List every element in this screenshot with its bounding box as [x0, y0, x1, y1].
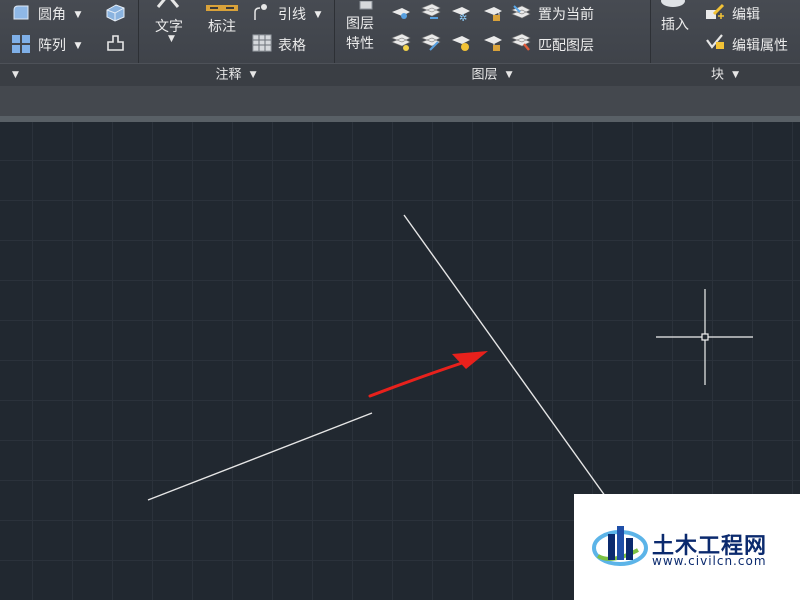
insert-label: 插入: [661, 17, 689, 33]
match-layer-label: 匹配图层: [538, 38, 594, 54]
text-button[interactable]: 文字: [155, 16, 183, 36]
table-icon: [252, 34, 272, 52]
layer-freeze-icon[interactable]: ✲: [450, 3, 472, 24]
layer-unisolate-icon[interactable]: [420, 32, 442, 52]
table-button[interactable]: 表格: [278, 35, 306, 55]
modify-panel-footer[interactable]: ▼: [0, 63, 138, 86]
ribbon: 圆角 ▼ 阵列 ▼ ▼ 文字 ▼ 标注 引线 ▼ 表格 注释 ▼ 图层 特性 ✲…: [0, 0, 800, 87]
fillet-button[interactable]: 圆角 ▼: [38, 4, 81, 24]
text-label: 文字: [155, 19, 183, 35]
set-current-button[interactable]: 置为当前: [538, 4, 594, 24]
layers-panel: 图层 特性 ✲ 置为当前 匹配图层 图层 ▼: [334, 0, 651, 86]
fillet-label: 圆角: [38, 7, 66, 23]
layer-properties-label-line2: 特性: [346, 36, 374, 52]
file-tab-bar: [0, 86, 800, 117]
array-button[interactable]: 阵列 ▼: [38, 35, 81, 55]
leader-button[interactable]: 引线 ▼: [278, 4, 321, 24]
layer-thaw-icon[interactable]: [450, 32, 472, 52]
layer-properties-label-line1: 图层: [346, 16, 374, 32]
crosshair-cursor: [656, 289, 753, 385]
block-panel-footer[interactable]: 块 ▼: [650, 63, 800, 86]
modify-panel: 圆角 ▼ 阵列 ▼ ▼: [0, 0, 139, 86]
solid-edit-icon[interactable]: [104, 2, 126, 22]
layer-properties-button[interactable]: 图层 特性: [346, 14, 374, 54]
leader-icon: [252, 2, 272, 22]
set-current-icon: [510, 2, 532, 22]
dimension-icon-top: [206, 0, 238, 11]
watermark-url: www.civilcn.com: [652, 554, 767, 568]
layers-panel-footer[interactable]: 图层 ▼: [334, 63, 650, 86]
chevron-down-icon[interactable]: ▼: [506, 64, 513, 86]
layer-off-icon[interactable]: [390, 4, 412, 22]
fillet-icon: [12, 4, 30, 20]
array-label: 阵列: [38, 38, 66, 54]
chevron-down-icon[interactable]: ▼: [74, 10, 81, 20]
watermark-logo: 土木工程网 www.civilcn.com: [574, 494, 800, 600]
block-panel: 插入 编辑 编辑属性 块 ▼: [650, 0, 800, 86]
offset-icon[interactable]: [104, 32, 126, 54]
insert-button[interactable]: 插入: [661, 14, 689, 34]
layer-lock-icon[interactable]: [482, 3, 504, 23]
chevron-down-icon[interactable]: ▼: [250, 64, 257, 86]
layer-properties-icon-top: [358, 0, 374, 10]
block-edit-label: 编辑: [732, 7, 760, 23]
dimension-button[interactable]: 标注: [208, 16, 236, 36]
set-current-label: 置为当前: [538, 7, 594, 23]
chevron-down-icon[interactable]: ▼: [732, 64, 739, 86]
chevron-down-icon[interactable]: ▼: [12, 64, 19, 86]
drawn-line-diagonal[interactable]: [403, 214, 609, 501]
edit-attributes-button[interactable]: 编辑属性: [732, 35, 788, 55]
layer-on-icon[interactable]: [390, 32, 412, 52]
chevron-down-icon[interactable]: ▼: [74, 41, 81, 51]
annotation-panel: 文字 ▼ 标注 引线 ▼ 表格 注释 ▼: [138, 0, 335, 86]
block-edit-icon: [704, 2, 726, 22]
building-logo-icon: [592, 520, 648, 568]
text-icon-top: [154, 0, 182, 8]
chevron-down-icon[interactable]: ▼: [168, 34, 175, 44]
match-layer-button[interactable]: 匹配图层: [538, 35, 594, 55]
dimension-label: 标注: [208, 19, 236, 35]
block-footer-label: 块: [710, 67, 724, 83]
block-edit-button[interactable]: 编辑: [732, 4, 760, 24]
drawn-line-lower[interactable]: [147, 412, 373, 501]
layer-unlock-icon[interactable]: [482, 32, 504, 52]
red-arrow-annotation: [368, 351, 488, 398]
annotation-panel-footer[interactable]: 注释 ▼: [138, 63, 334, 86]
array-icon: [11, 34, 31, 54]
table-label: 表格: [278, 38, 306, 54]
edit-attributes-label: 编辑属性: [732, 38, 788, 54]
annotation-footer-label: 注释: [215, 67, 242, 83]
layer-isolate-icon[interactable]: [420, 2, 442, 22]
edit-attributes-icon: [704, 32, 726, 52]
chevron-down-icon[interactable]: ▼: [314, 10, 321, 20]
layers-footer-label: 图层: [471, 67, 498, 83]
svg-text:✲: ✲: [459, 13, 467, 23]
insert-icon-top: [658, 0, 688, 8]
leader-label: 引线: [278, 7, 306, 23]
match-layer-icon: [510, 32, 532, 52]
